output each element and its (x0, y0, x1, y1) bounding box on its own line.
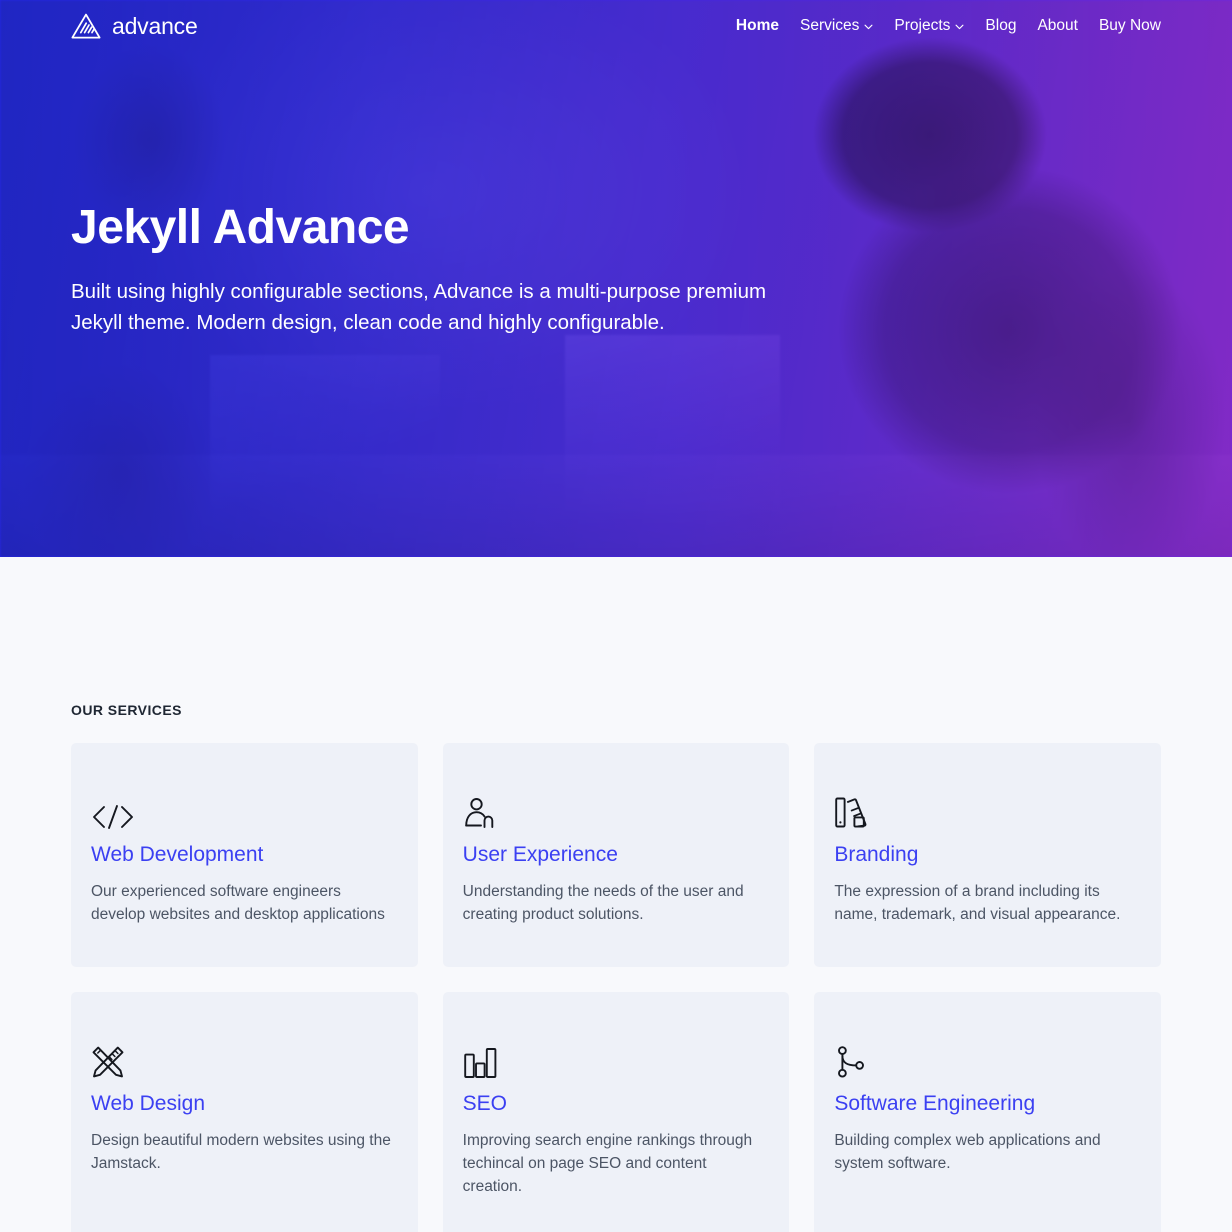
service-card-text: Design beautiful modern websites using t… (91, 1132, 391, 1173)
nav-item-buy-now[interactable]: Buy Now (1099, 18, 1161, 34)
chevron-down-icon (955, 24, 964, 30)
service-card-title[interactable]: Software Engineering (834, 1091, 1141, 1116)
hero-content: Jekyll Advance Built using highly config… (71, 200, 831, 339)
service-card-branding[interactable]: Branding The expression of a brand inclu… (814, 743, 1161, 968)
service-card-title[interactable]: Web Design (91, 1091, 398, 1116)
nav-item-projects[interactable]: Projects (894, 18, 964, 34)
nav-item-home-label: Home (735, 17, 779, 35)
nav-item-about[interactable]: About (1037, 18, 1078, 34)
service-card-text: Building complex web applications and sy… (834, 1132, 1101, 1173)
service-card-text: Our experienced software engineers devel… (91, 883, 385, 924)
brand-logo[interactable]: advance (71, 13, 198, 39)
nav-item-home[interactable]: Home (736, 18, 779, 34)
hero-title: Jekyll Advance (71, 201, 410, 254)
nav-item-projects-label: Projects (894, 17, 951, 35)
mountain-triangle-icon (71, 13, 101, 39)
services-grid: Web Development Our experienced software… (71, 743, 1161, 1232)
service-card-title[interactable]: Branding (834, 842, 1141, 867)
nav-item-blog-label: Blog (985, 17, 1017, 35)
color-palette-icon (834, 788, 1141, 830)
hero-section: advance Home Services Projects Blog Abou… (0, 0, 1232, 557)
services-section-label: OUR SERVICES (71, 702, 182, 718)
service-card-title[interactable]: Web Development (91, 842, 398, 867)
primary-navigation: Home Services Projects Blog About Buy No… (736, 18, 1161, 34)
service-card-web-development[interactable]: Web Development Our experienced software… (71, 743, 418, 968)
nav-item-buy-now-label: Buy Now (1098, 17, 1161, 35)
nav-item-services[interactable]: Services (800, 18, 873, 34)
service-card-software-engineering[interactable]: Software Engineering Building complex we… (814, 992, 1161, 1232)
user-research-icon (463, 788, 770, 830)
service-card-seo[interactable]: SEO Improving search engine rankings thr… (442, 992, 790, 1232)
site-header: advance Home Services Projects Blog Abou… (0, 0, 1232, 52)
nav-item-about-label: About (1037, 17, 1078, 35)
service-card-text: Understanding the needs of the user and … (462, 883, 744, 924)
brand-name: advance (112, 12, 198, 39)
service-card-text: The expression of a brand including its … (834, 883, 1121, 924)
service-card-web-design[interactable]: Web Design Design beautiful modern websi… (71, 992, 418, 1232)
service-card-title[interactable]: SEO (463, 1091, 770, 1116)
services-section: OUR SERVICES Web Development Our experie… (0, 557, 1232, 1232)
code-brackets-icon (91, 788, 398, 830)
service-card-text: Improving search engine rankings through… (462, 1132, 753, 1196)
service-card-title[interactable]: User Experience (463, 842, 770, 867)
chevron-down-icon (864, 24, 873, 30)
hero-subtitle: Built using highly configurable sections… (71, 280, 767, 334)
nav-item-blog[interactable]: Blog (985, 18, 1016, 34)
pencil-ruler-icon (91, 1037, 398, 1079)
nav-item-services-label: Services (799, 17, 860, 35)
bar-chart-icon (463, 1037, 770, 1079)
service-card-user-experience[interactable]: User Experience Understanding the needs … (442, 743, 790, 968)
git-branch-icon (834, 1037, 1141, 1079)
